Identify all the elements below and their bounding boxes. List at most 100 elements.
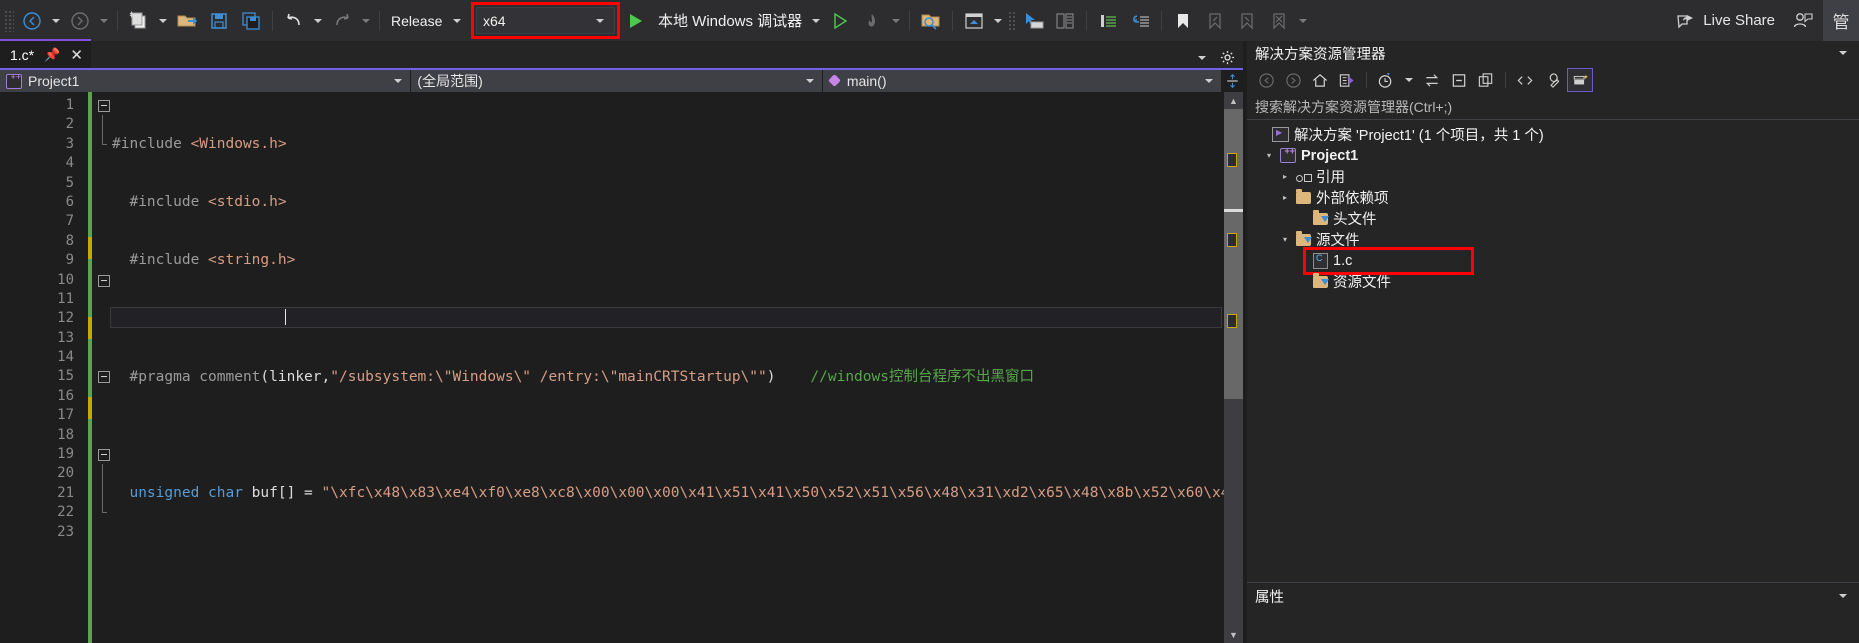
se-swap-view-button[interactable] [1420,69,1444,91]
comment-lines-button[interactable] [1092,6,1124,36]
editor-vertical-scrollbar[interactable]: ▲ ▼ [1224,92,1243,643]
navbar-project-dropdown[interactable]: Project1 [0,70,412,92]
code-seg: buf[] = [242,485,322,502]
live-share-button[interactable]: Live Share [1668,6,1783,36]
collapse-icon[interactable] [98,371,110,384]
editor-gutter: 1 2 3 4 5 6 7 8 9 10 11 12 13 14 15 16 1 [0,92,82,643]
tree-item-header-files[interactable]: ▸ 头文件 [1247,208,1859,229]
close-icon[interactable]: ✕ [70,46,83,64]
scrollbar-track[interactable] [1224,109,1243,626]
collapse-icon[interactable] [98,100,110,112]
chevron-down-icon[interactable] [1839,594,1847,598]
se-pending-changes-button[interactable] [1374,69,1398,91]
start-without-debugging-button[interactable] [824,6,856,36]
pin-icon[interactable]: 📌 [44,47,60,63]
fold-row [98,174,112,193]
redo-button[interactable] [326,6,358,36]
save-all-button[interactable] [235,6,267,36]
change-indicator-bar [88,92,92,643]
open-file-button[interactable] [171,6,203,36]
code-seg: #include [112,135,191,152]
new-item-button[interactable] [123,6,155,36]
fold-row[interactable] [98,96,112,115]
solution-explorer-search-input[interactable]: 搜索解决方案资源管理器(Ctrl+;) [1247,95,1859,120]
hot-reload-button[interactable] [856,6,888,36]
chevron-down-icon[interactable] [1839,51,1847,55]
window-layout-dropdown-icon[interactable] [994,18,1003,23]
expander-closed-icon[interactable]: ▸ [1279,192,1291,204]
code-text[interactable]: #include <Windows.h> #include <stdio.h> … [112,92,1243,643]
scroll-down-button[interactable]: ▼ [1224,626,1243,643]
code-seg: ) [766,368,811,385]
expander-open-icon[interactable]: ▾ [1279,234,1291,246]
undo-button[interactable] [278,6,310,36]
previous-bookmark-button[interactable] [1199,6,1231,36]
se-home-button[interactable] [1308,69,1332,91]
properties-pane: 属性 [1247,582,1859,643]
se-view-code-button[interactable] [1513,69,1537,91]
compare-files-button[interactable] [1049,6,1081,36]
tree-item-solution[interactable]: ▸ 解决方案 'Project1' (1 个项目，共 1 个) [1247,124,1859,145]
se-properties-button[interactable] [1540,69,1564,91]
collapse-icon[interactable] [98,449,110,462]
navigate-forward-dropdown-icon[interactable] [100,18,108,23]
pointer-select-button[interactable] [1017,6,1049,36]
clear-bookmarks-button[interactable] [1263,6,1295,36]
uncomment-lines-button[interactable] [1124,6,1156,36]
fold-row[interactable] [98,445,112,464]
toolbar-overflow-dots[interactable] [1008,10,1016,31]
account-button[interactable] [1783,0,1823,41]
manage-window-button[interactable]: 管 [1823,0,1859,41]
collapse-icon[interactable] [98,274,110,287]
document-tab-1c[interactable]: 1.c* 📌 ✕ [0,39,91,68]
active-files-dropdown-icon[interactable] [1198,55,1206,60]
tree-item-references[interactable]: ▸ 引用 [1247,166,1859,187]
hot-reload-dropdown-icon[interactable] [892,18,901,23]
navbar-member-dropdown[interactable]: main() [822,70,1222,92]
redo-dropdown-icon[interactable] [362,18,370,23]
bookmarks-overflow-icon[interactable] [1299,18,1308,23]
se-collapse-all-button[interactable] [1447,69,1471,91]
navigate-forward-button[interactable] [64,6,96,36]
se-pending-changes-dropdown-icon[interactable] [1405,78,1413,82]
se-forward-button[interactable] [1281,69,1305,91]
save-button[interactable] [203,6,235,36]
code-seg: <Windows.h> [190,135,287,152]
se-back-button[interactable] [1254,69,1278,91]
fold-row [98,193,112,212]
navbar-scope-dropdown[interactable]: (全局范围) [411,70,823,92]
undo-dropdown-icon[interactable] [314,18,322,23]
start-debugging-button[interactable] [620,6,652,36]
debug-target-label[interactable]: 本地 Windows 调试器 [658,10,802,31]
toolbar-separator [1161,10,1163,31]
live-share-label: Live Share [1703,12,1775,29]
toolbar-grip[interactable] [4,9,14,32]
code-editor[interactable]: 1 2 3 4 5 6 7 8 9 10 11 12 13 14 15 16 1 [0,92,1243,643]
debug-target-dropdown-icon[interactable] [812,18,821,23]
toggle-bookmark-button[interactable] [1167,6,1199,36]
tree-item-project1[interactable]: ▾ Project1 [1247,145,1859,166]
se-show-all-files-button[interactable] [1474,69,1498,91]
code-seg: <stdio.h> [208,194,287,211]
solution-platform-combo[interactable]: x64 [476,7,615,34]
line-number: 6 [65,193,74,210]
filter-folder-icon [1313,209,1329,225]
gear-icon[interactable] [1220,50,1235,65]
expander-closed-icon[interactable]: ▸ [1279,171,1291,183]
navigate-backward-button[interactable] [16,6,48,36]
fold-row[interactable] [98,367,112,386]
se-sync-with-active-document-button[interactable] [1335,69,1359,91]
expander-open-icon[interactable]: ▾ [1263,150,1275,162]
navigate-backward-dropdown-icon[interactable] [52,18,60,23]
tree-item-external-dependencies[interactable]: ▸ 外部依赖项 [1247,187,1859,208]
fold-row[interactable] [98,271,112,290]
search-in-folder-button[interactable] [915,6,947,36]
window-layout-button[interactable] [958,6,990,36]
new-item-dropdown-icon[interactable] [159,18,167,23]
se-preview-selected-items-button[interactable] [1567,68,1593,92]
next-bookmark-button[interactable] [1231,6,1263,36]
split-window-button[interactable] [1221,70,1243,92]
solution-configuration-combo[interactable]: Release [385,8,471,33]
scroll-up-button[interactable]: ▲ [1224,92,1243,109]
